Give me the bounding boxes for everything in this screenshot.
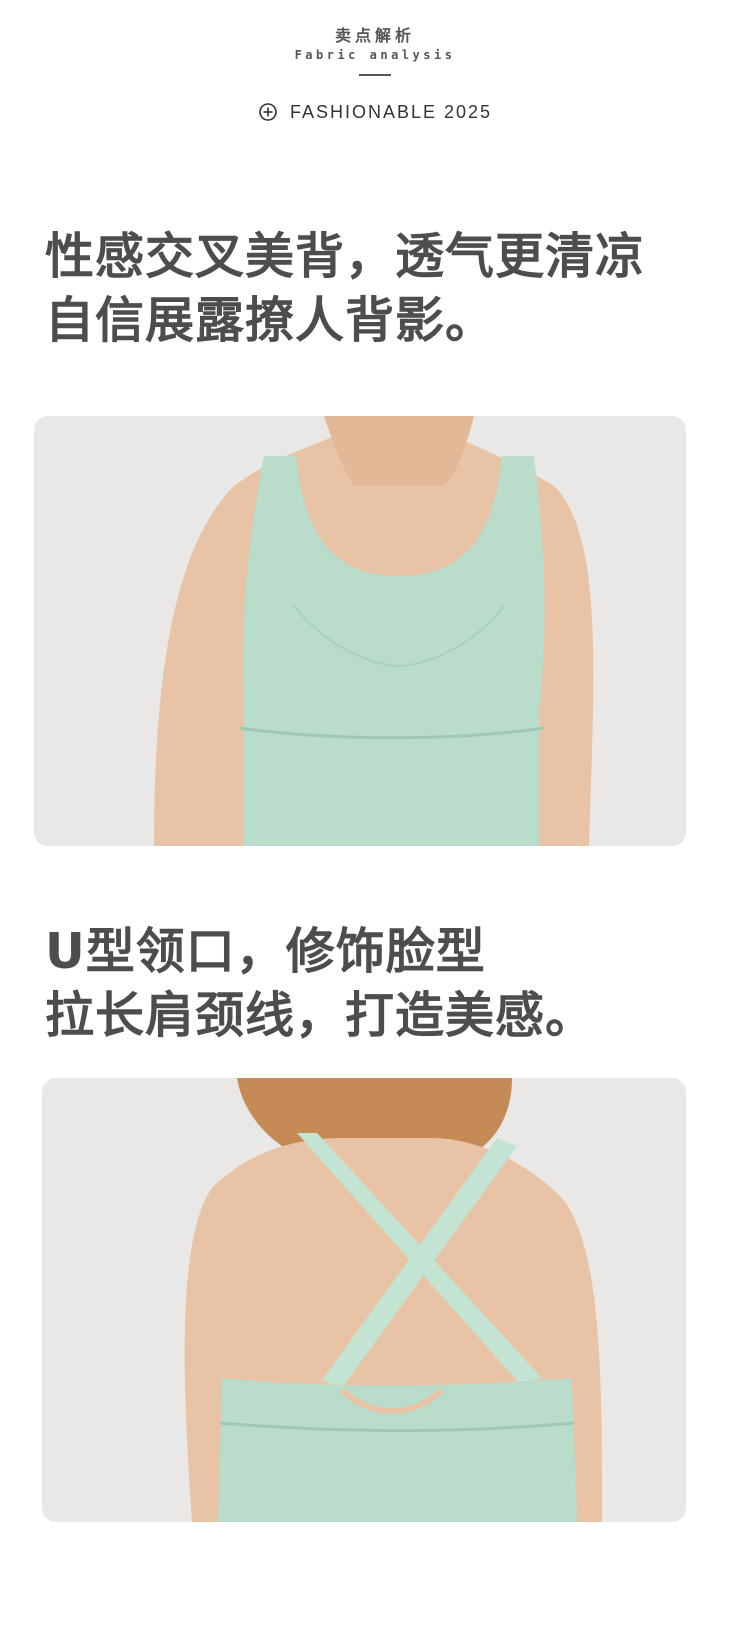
- page-header: 卖点解析 Fabric analysis FASHIONABLE 2025: [0, 0, 750, 130]
- headline-line: U型领口，修饰脸型: [45, 923, 486, 980]
- plus-circle-icon: [258, 102, 278, 122]
- fashion-tagline: FASHIONABLE 2025: [0, 100, 750, 124]
- section-title-en: Fabric analysis: [294, 48, 456, 62]
- title-underline: [359, 74, 391, 76]
- headline-line: 性感交叉美背，透气更清凉: [45, 228, 646, 285]
- headline-line: 自信展露撩人背影。: [45, 292, 496, 349]
- feature-headline-back: 性感交叉美背，透气更清凉 自信展露撩人背影。: [45, 225, 725, 353]
- product-photo-back: [42, 1078, 686, 1522]
- section-title-zh: 卖点解析: [334, 26, 415, 45]
- headline-line: 拉长肩颈线，打造美感。: [45, 987, 596, 1044]
- product-photo-front: [34, 416, 686, 846]
- fashion-label: FASHIONABLE 2025: [289, 101, 493, 122]
- feature-headline-neckline: U型领口，修饰脸型 拉长肩颈线，打造美感。: [45, 920, 725, 1048]
